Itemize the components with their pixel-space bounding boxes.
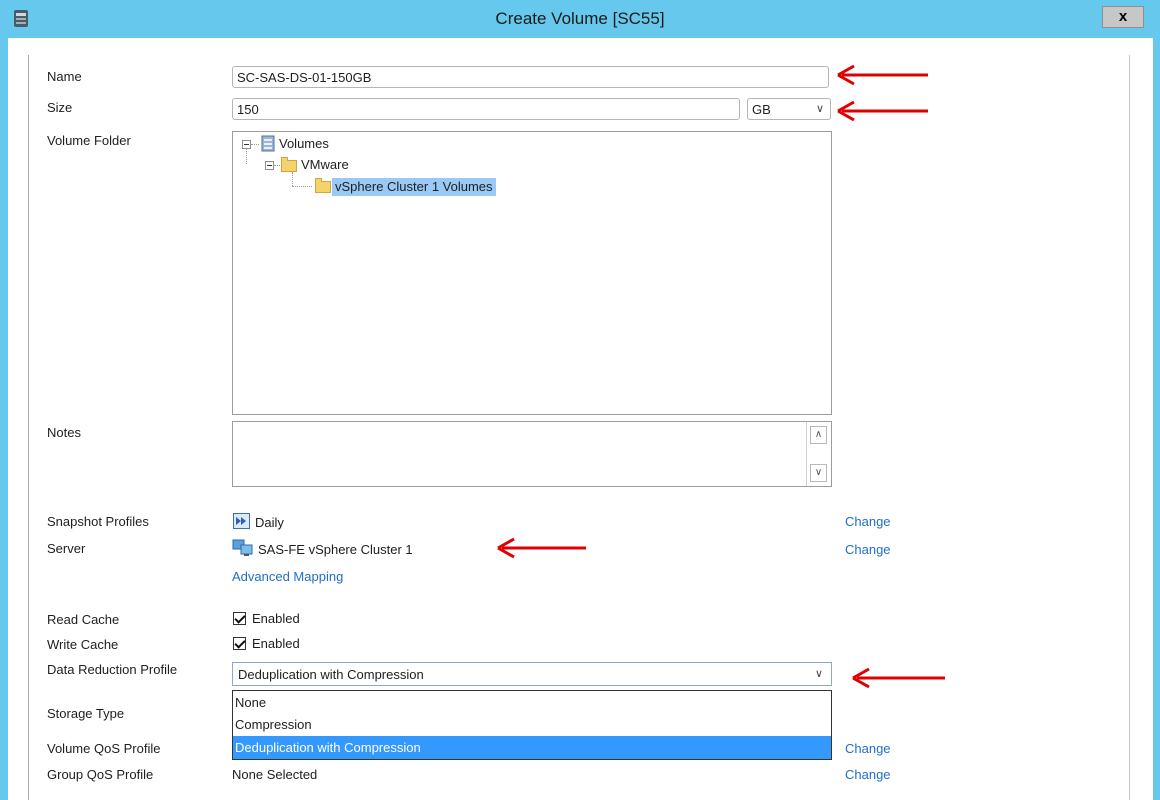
dropdown-option-compression[interactable]: Compression [233,713,831,736]
volume-folder-label: Volume Folder [47,133,131,148]
collapse-icon[interactable] [242,140,251,149]
storage-type-label: Storage Type [47,706,125,721]
annotation-arrow-icon [837,64,928,86]
tree-connector [292,186,312,187]
tree-node-vmware[interactable]: VMware [301,156,349,174]
name-label: Name [47,69,82,84]
annotation-arrow-icon [852,667,945,689]
volume-folder-tree[interactable]: Volumes VMware vSphere Cluster 1 Volumes [232,131,832,415]
tree-connector [251,144,259,145]
dropdown-option-deduplication-with-compression[interactable]: Deduplication with Compression [233,736,831,759]
title-bar[interactable]: Create Volume [SC55] x [0,0,1160,38]
snapshot-profile-icon [233,513,250,529]
snapshot-profiles-label: Snapshot Profiles [47,514,149,529]
data-reduction-dropdown-list[interactable]: None Compression Deduplication with Comp… [232,690,832,760]
folder-icon [315,178,331,193]
scroll-up-icon[interactable]: ∧ [810,426,827,444]
group-qos-profile-label: Group QoS Profile [47,767,154,782]
data-reduction-profile-select[interactable]: Deduplication with Compression ∨ [232,662,832,686]
size-unit-select[interactable]: GB ∨ [747,98,831,120]
dialog-title: Create Volume [SC55] [495,9,665,28]
advanced-mapping-link[interactable]: Advanced Mapping [232,569,343,584]
group-qos-profile-value: None Selected [232,767,318,782]
annotation-arrow-icon [497,537,586,559]
volume-qos-profile-label: Volume QoS Profile [47,741,161,756]
dropdown-option-none[interactable]: None [233,691,831,714]
close-button[interactable]: x [1102,6,1144,28]
notes-scrollbar[interactable]: ∧ ∨ [806,422,831,486]
notes-textarea[interactable]: ∧ ∨ [232,421,832,487]
folder-icon [281,157,297,172]
write-cache-checkbox[interactable] [233,637,246,650]
size-label: Size [47,100,73,115]
server-value: SAS-FE vSphere Cluster 1 [258,542,413,557]
tree-node-vsphere-cluster-1-volumes[interactable]: vSphere Cluster 1 Volumes [332,178,496,196]
data-reduction-selected-value: Deduplication with Compression [238,667,424,682]
size-unit-value: GB [752,102,771,117]
read-cache-checkbox[interactable] [233,612,246,625]
annotation-arrow-icon [837,100,928,122]
write-cache-label: Write Cache [47,637,119,652]
size-input[interactable]: 150 [232,98,740,120]
volumes-database-icon [261,135,275,152]
tree-node-volumes[interactable]: Volumes [279,135,329,153]
change-group-qos-link[interactable]: Change [845,767,891,782]
read-cache-label: Read Cache [47,612,120,627]
collapse-icon[interactable] [265,161,274,170]
server-cluster-icon [232,539,253,556]
name-input[interactable]: SC-SAS-DS-01-150GB [232,66,829,88]
tree-connector [246,149,247,164]
change-snapshot-profile-link[interactable]: Change [845,514,891,529]
chevron-down-icon[interactable]: ∨ [815,667,823,680]
dialog-window: Create Volume [SC55] x Name SC-SAS-DS-01… [0,0,1160,800]
name-input-value: SC-SAS-DS-01-150GB [237,70,372,85]
chevron-down-icon: ∨ [815,103,824,115]
read-cache-enabled-label: Enabled [252,611,300,626]
size-input-value: 150 [237,102,259,117]
write-cache-enabled-label: Enabled [252,636,300,651]
tree-connector [274,165,280,166]
scroll-down-icon[interactable]: ∨ [810,464,827,482]
snapshot-profile-value: Daily [255,515,284,530]
notes-label: Notes [47,425,81,440]
change-volume-qos-link[interactable]: Change [845,741,891,756]
data-reduction-profile-label: Data Reduction Profile [47,662,178,677]
change-server-link[interactable]: Change [845,542,891,557]
server-label: Server [47,541,86,556]
tree-connector [292,172,293,186]
